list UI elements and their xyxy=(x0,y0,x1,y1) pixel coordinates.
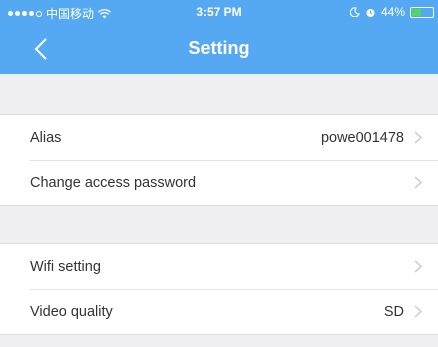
change-password-row[interactable]: Change access password xyxy=(0,160,438,205)
battery-level-fill xyxy=(412,8,421,16)
page-title: Setting xyxy=(188,38,250,58)
chevron-right-icon xyxy=(414,131,422,144)
wifi-setting-label: Wifi setting xyxy=(30,258,101,275)
chevron-right-icon xyxy=(414,305,422,318)
nav-bar: Setting xyxy=(0,24,438,74)
battery-icon xyxy=(410,6,434,18)
moon-icon xyxy=(349,7,360,17)
alias-row[interactable]: Alias powe001478 xyxy=(0,115,438,160)
chevron-right-icon xyxy=(414,260,422,273)
video-quality-value: SD xyxy=(383,303,404,320)
change-password-label: Change access password xyxy=(30,174,197,191)
alias-label: Alias xyxy=(30,129,62,146)
section-spacer xyxy=(0,74,438,114)
status-bar: 中国移动 3:57 PM 44% xyxy=(0,0,438,24)
video-quality-label: Video quality xyxy=(30,303,113,320)
settings-group-account: Alias powe001478 Change access password xyxy=(0,114,438,206)
chevron-right-icon xyxy=(414,176,422,189)
wifi-setting-row[interactable]: Wifi setting xyxy=(0,244,438,289)
video-quality-row[interactable]: Video quality SD xyxy=(0,289,438,334)
battery-percent: 44% xyxy=(380,5,405,19)
status-right: 44% xyxy=(349,5,434,19)
settings-group-device: Wifi setting Video quality SD xyxy=(0,243,438,335)
app-header: 中国移动 3:57 PM 44% Setting xyxy=(0,0,438,74)
alarm-icon xyxy=(366,8,375,17)
alias-value: powe001478 xyxy=(320,129,404,146)
